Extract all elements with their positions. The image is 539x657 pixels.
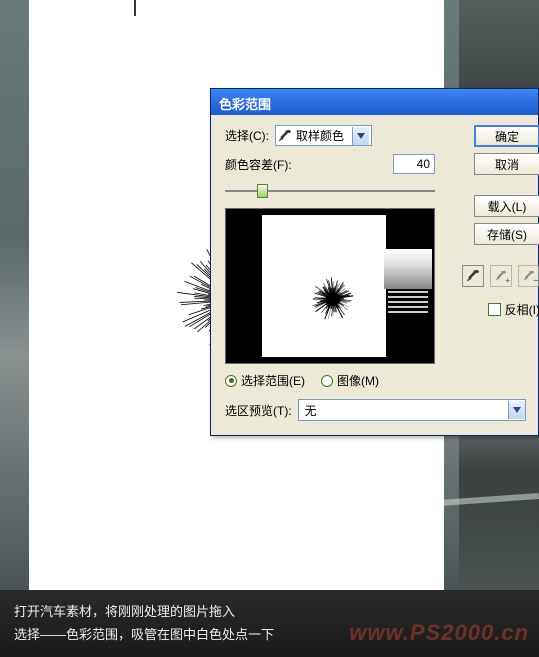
- color-range-dialog: 色彩范围 选择(C): 取样颜色 颜色容差(F):: [210, 88, 539, 436]
- caption-bar: 打开汽车素材，将刚刚处理的图片拖入 选择——色彩范围，吸管在图中白色处点一下 w…: [0, 590, 539, 657]
- dialog-titlebar[interactable]: 色彩范围: [211, 89, 538, 115]
- cancel-button[interactable]: 取消: [474, 153, 539, 175]
- invert-checkbox[interactable]: [488, 303, 501, 316]
- preview-starburst: [308, 274, 358, 324]
- select-label: 选择(C):: [225, 127, 269, 144]
- slider-thumb[interactable]: [257, 184, 268, 198]
- radio-image-label: 图像(M): [337, 372, 379, 389]
- chevron-down-icon[interactable]: [508, 401, 525, 419]
- preview-label: 选区预览(T):: [225, 402, 292, 419]
- dialog-button-column: 确定 取消 载入(L) 存储(S) + − 反相(I): [470, 125, 539, 318]
- eyedropper-icon: [278, 129, 292, 143]
- antenna-shape: [134, 0, 136, 16]
- invert-label: 反相(I): [505, 301, 539, 318]
- chevron-down-icon[interactable]: [352, 127, 369, 145]
- eyedropper-button[interactable]: [462, 265, 484, 287]
- radio-selection-label: 选择范围(E): [241, 372, 305, 389]
- select-value: 取样颜色: [292, 127, 352, 144]
- load-button[interactable]: 载入(L): [474, 195, 539, 217]
- select-dropdown[interactable]: 取样颜色: [275, 125, 372, 146]
- fuzziness-slider[interactable]: [225, 182, 435, 200]
- fuzziness-label: 颜色容差(F):: [225, 156, 292, 173]
- preview-value: 无: [299, 402, 508, 419]
- save-button[interactable]: 存储(S): [474, 223, 539, 245]
- eyedropper-subtract-button[interactable]: −: [518, 265, 539, 287]
- radio-selection[interactable]: [225, 375, 237, 387]
- dialog-title: 色彩范围: [219, 97, 271, 112]
- fuzziness-input[interactable]: [393, 154, 435, 174]
- preview-car: [384, 249, 432, 329]
- preview-dropdown[interactable]: 无: [298, 399, 526, 421]
- dialog-body: 选择(C): 取样颜色 颜色容差(F):: [211, 115, 538, 435]
- radio-image[interactable]: [321, 375, 333, 387]
- eyedropper-add-button[interactable]: +: [490, 265, 512, 287]
- watermark: www.PS2000.cn: [349, 613, 529, 653]
- ok-button[interactable]: 确定: [474, 125, 539, 147]
- preview-image[interactable]: [225, 208, 435, 364]
